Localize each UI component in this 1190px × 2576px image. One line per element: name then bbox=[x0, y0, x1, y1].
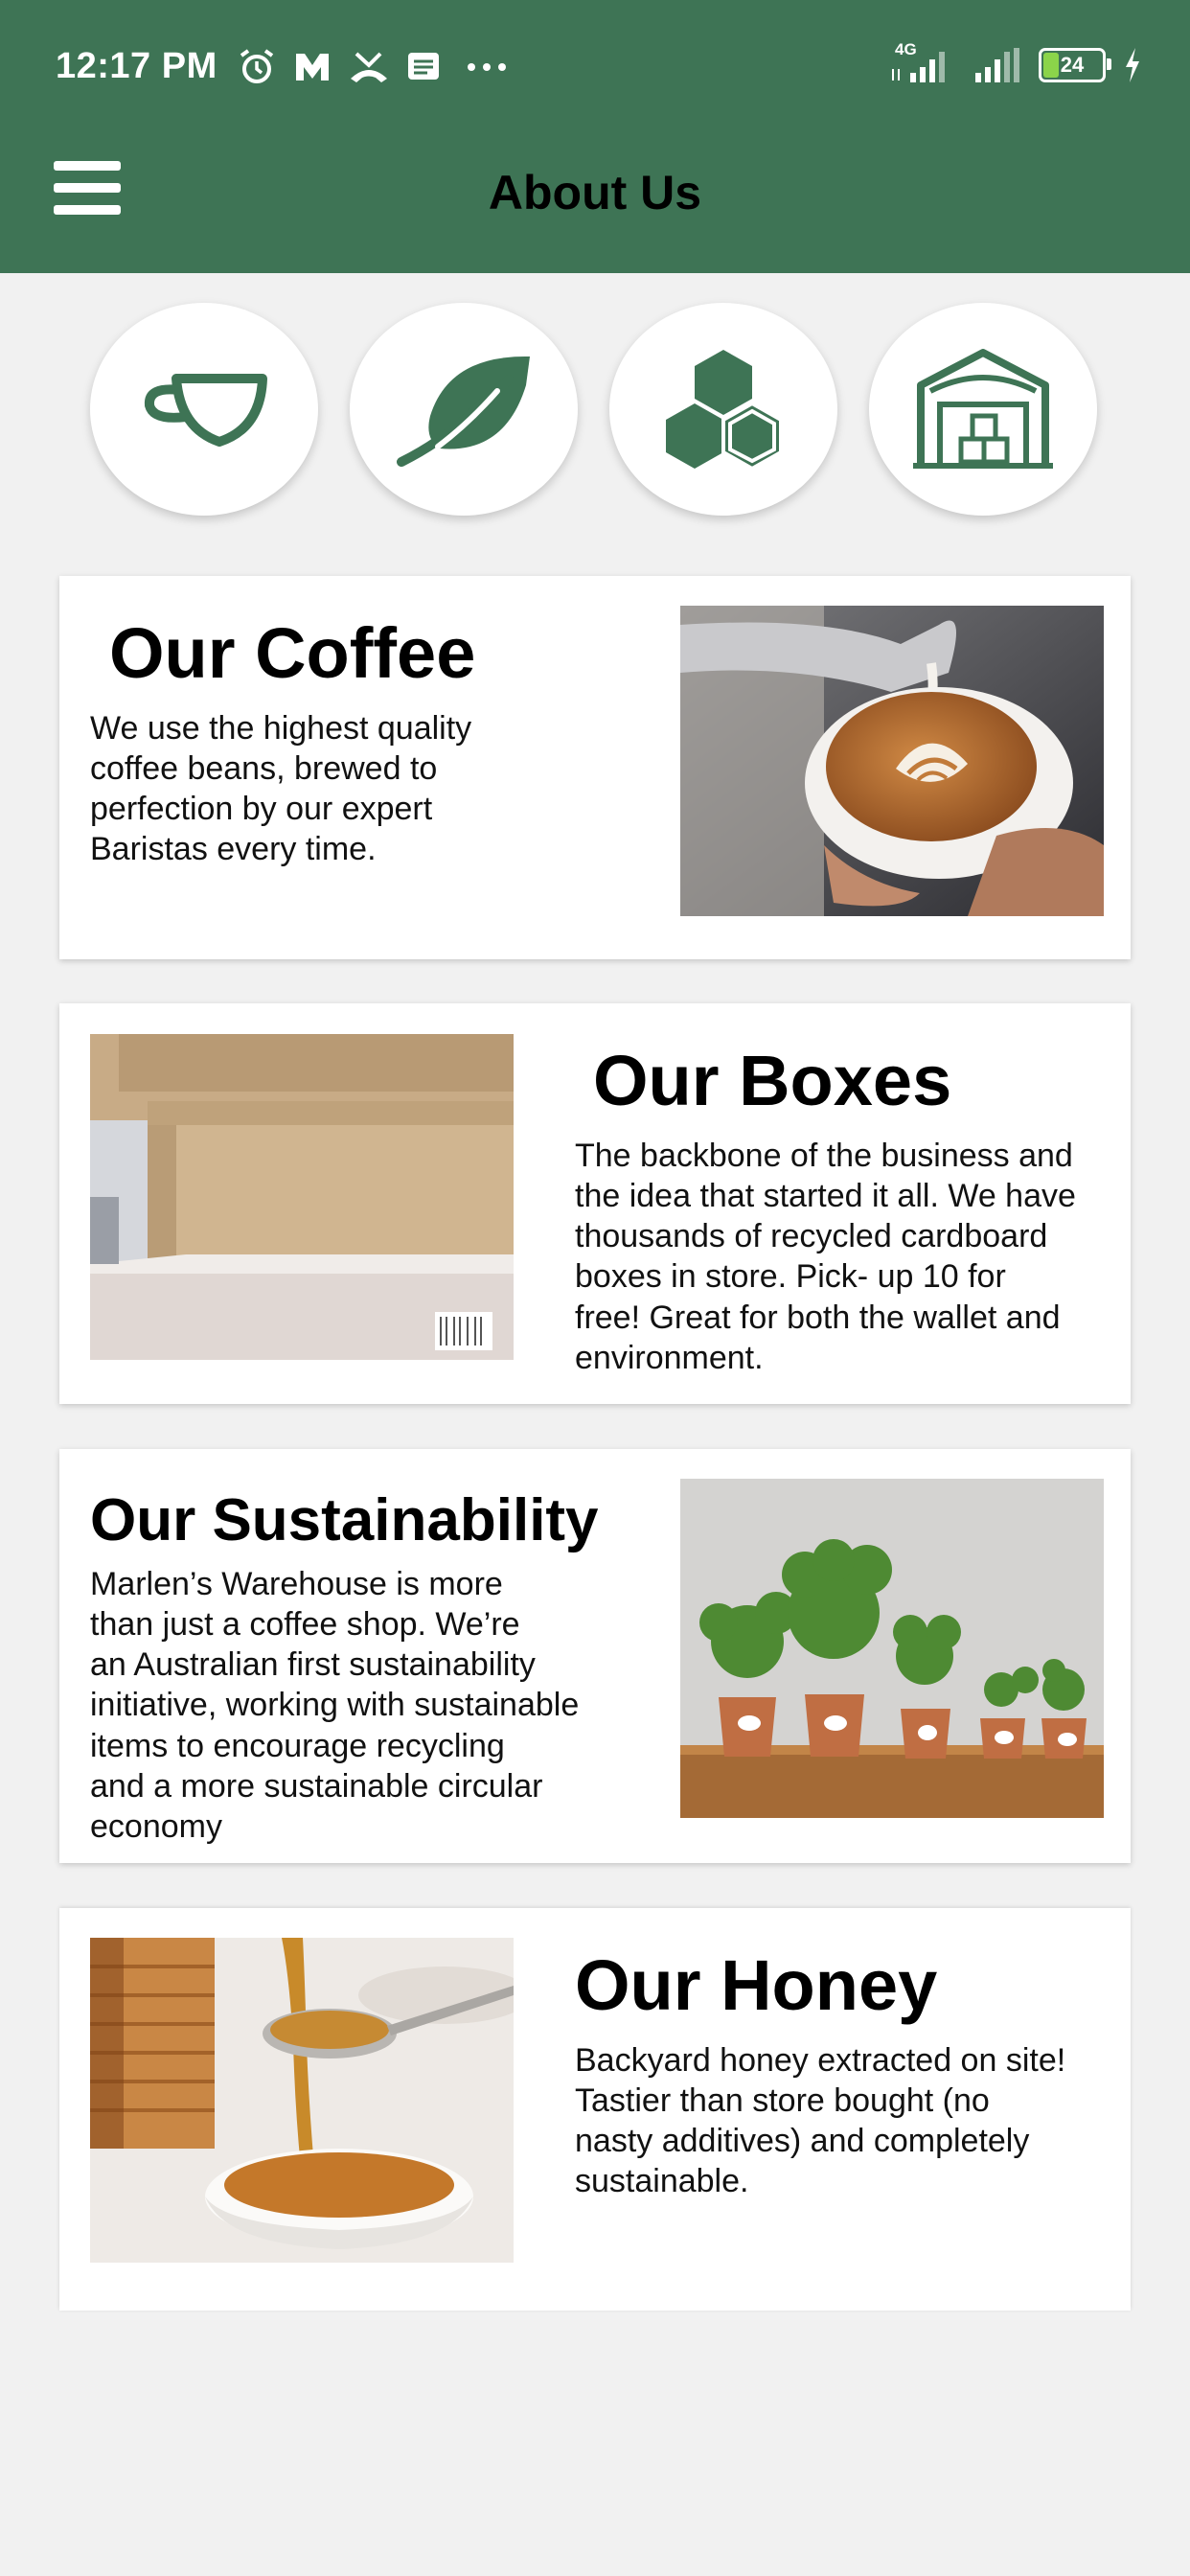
section-text-sustainability: Marlen’s Warehouse is more than just a c… bbox=[90, 1564, 579, 1847]
app-bar: About Us bbox=[0, 134, 1190, 273]
text-line: items to encourage recycling bbox=[90, 1727, 505, 1764]
potted-plants-photo bbox=[680, 1479, 1104, 1818]
charging-icon bbox=[1126, 48, 1139, 82]
text-line: nasty additives) and completely bbox=[575, 2123, 1030, 2160]
4g-signal-icon: 4G bbox=[889, 40, 954, 84]
message-icon bbox=[408, 53, 439, 80]
category-honeycomb-button[interactable] bbox=[609, 303, 837, 516]
section-title-coffee: Our Coffee bbox=[109, 613, 476, 693]
page-title: About Us bbox=[488, 166, 702, 219]
text-line: economy bbox=[90, 1807, 222, 1845]
card-our-boxes: Our Boxes The backbone of the business a… bbox=[59, 1003, 1131, 1404]
section-title-boxes: Our Boxes bbox=[593, 1041, 952, 1120]
section-text-coffee: We use the highest quality coffee beans,… bbox=[90, 708, 471, 870]
missed-call-icon bbox=[351, 52, 387, 82]
notification-icons bbox=[238, 48, 515, 86]
text-line: coffee beans, brewed to bbox=[90, 750, 438, 788]
text-line: environment. bbox=[575, 1339, 764, 1376]
text-line: Tastier than store bought (no bbox=[575, 2082, 990, 2120]
text-line: thousands of recycled cardboard bbox=[575, 1218, 1048, 1255]
text-line: The backbone of the business and bbox=[575, 1138, 1073, 1174]
card-our-coffee: Our Coffee We use the highest quality co… bbox=[59, 576, 1131, 959]
card-our-honey: Our Honey Backyard honey extracted on si… bbox=[59, 1908, 1131, 2311]
warehouse-icon bbox=[913, 349, 1053, 469]
signal-icon bbox=[975, 48, 1019, 82]
category-leaf-button[interactable] bbox=[350, 303, 578, 516]
text-line: sustainable. bbox=[575, 2163, 749, 2200]
text-line: than just a coffee shop. We’re bbox=[90, 1606, 520, 1644]
category-coffee-button[interactable] bbox=[90, 303, 318, 516]
coffee-cup-icon bbox=[144, 374, 267, 447]
category-warehouse-button[interactable] bbox=[869, 303, 1097, 516]
card-our-sustainability: Our Sustainability Marlen’s Warehouse is… bbox=[59, 1449, 1131, 1863]
honeycomb-icon bbox=[666, 350, 783, 472]
text-line: free! Great for both the wallet and bbox=[575, 1299, 1061, 1336]
section-title-honey: Our Honey bbox=[575, 1945, 938, 2025]
m-app-icon bbox=[296, 54, 329, 80]
leaf-icon bbox=[397, 356, 530, 467]
text-line: boxes in store. Pick- up 10 for bbox=[575, 1258, 1006, 1296]
alarm-icon bbox=[240, 49, 274, 83]
text-line: perfection by our expert bbox=[90, 791, 433, 828]
text-line: initiative, working with sustainable bbox=[90, 1687, 580, 1724]
system-icons: 4G 24 bbox=[889, 40, 1142, 84]
text-line: Marlen’s Warehouse is more bbox=[90, 1566, 503, 1602]
text-line: and a more sustainable circular bbox=[90, 1767, 543, 1805]
text-line: Baristas every time. bbox=[90, 831, 377, 868]
text-line: We use the highest quality bbox=[90, 710, 472, 747]
section-text-boxes: The backbone of the business and the ide… bbox=[575, 1136, 1076, 1378]
battery-level: 24 bbox=[1060, 53, 1085, 77]
battery-icon: 24 bbox=[1039, 48, 1111, 82]
cardboard-boxes-photo bbox=[90, 1034, 514, 1360]
section-text-honey: Backyard honey extracted on site! Tastie… bbox=[575, 2040, 1065, 2202]
status-time: 12:17 PM bbox=[56, 46, 217, 86]
honey-spoon-photo bbox=[90, 1938, 514, 2263]
text-line: Backyard honey extracted on site! bbox=[575, 2042, 1066, 2079]
text-line: the idea that started it all. We have bbox=[575, 1178, 1076, 1215]
more-dots-icon bbox=[468, 63, 506, 71]
status-bar: 12:17 PM 4G 24 bbox=[0, 0, 1190, 134]
section-title-sustainability: Our Sustainability bbox=[90, 1487, 599, 1553]
latte-art-photo bbox=[680, 606, 1104, 916]
text-line: an Australian first sustainability bbox=[90, 1646, 536, 1684]
